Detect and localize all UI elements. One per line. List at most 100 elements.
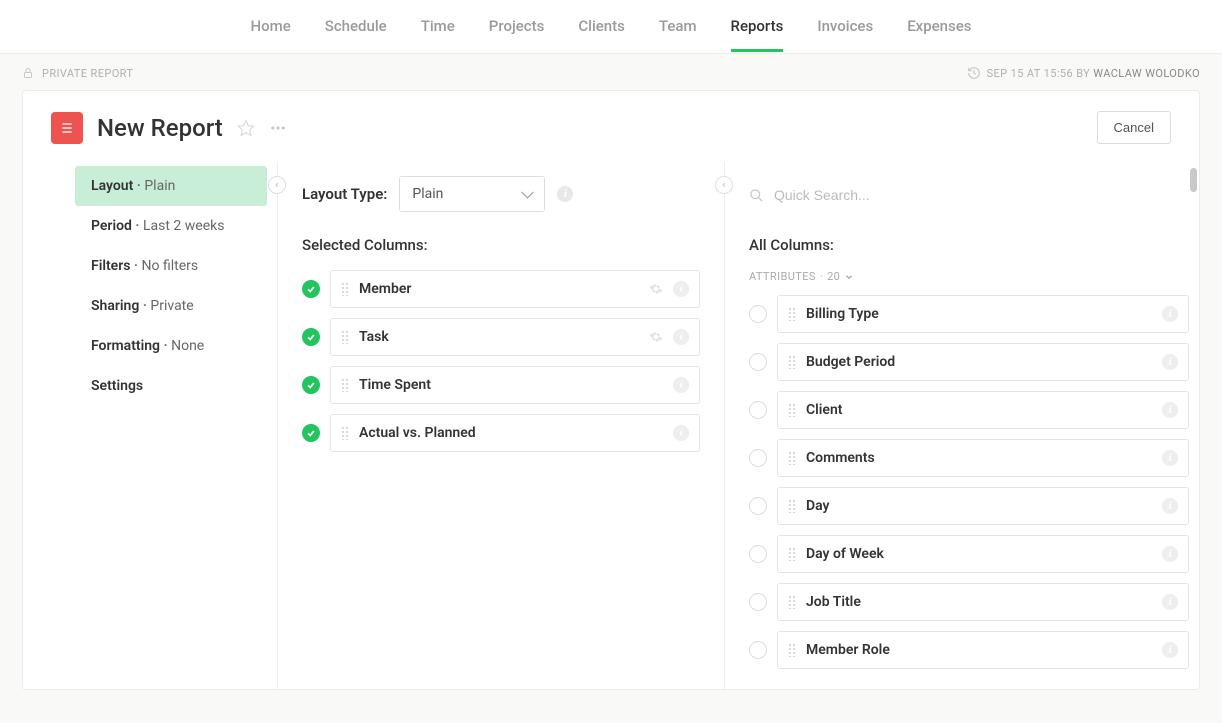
column-divider: [277, 162, 278, 689]
column-toggle[interactable]: [302, 376, 320, 394]
nav-time[interactable]: Time: [421, 1, 455, 52]
drag-handle-icon[interactable]: [788, 643, 796, 657]
sidebar-item-label: Layout: [91, 178, 133, 194]
column-name: Client: [806, 402, 1152, 418]
group-label: ATTRIBUTES: [749, 270, 816, 283]
gear-icon[interactable]: [649, 330, 663, 344]
search-input[interactable]: [774, 187, 1189, 203]
column-pill[interactable]: Task i: [330, 318, 700, 356]
column-toggle[interactable]: [749, 497, 767, 515]
selected-column-row: Task i: [302, 318, 700, 356]
nav-expenses[interactable]: Expenses: [907, 1, 971, 52]
column-toggle[interactable]: [749, 593, 767, 611]
drag-handle-icon[interactable]: [788, 595, 796, 609]
more-icon[interactable]: [269, 119, 287, 137]
info-icon[interactable]: i: [673, 425, 689, 441]
column-name: Actual vs. Planned: [359, 425, 663, 441]
cancel-button[interactable]: Cancel: [1097, 111, 1171, 144]
search-icon: [749, 188, 764, 203]
info-icon[interactable]: i: [1162, 354, 1178, 370]
nav-clients[interactable]: Clients: [578, 1, 625, 52]
info-icon[interactable]: i: [673, 281, 689, 297]
attributes-group-header[interactable]: ATTRIBUTES · 20: [749, 270, 1189, 283]
scrollbar-thumb[interactable]: [1190, 168, 1197, 192]
drag-handle-icon[interactable]: [788, 355, 796, 369]
info-icon[interactable]: i: [1162, 306, 1178, 322]
gear-icon[interactable]: [649, 282, 663, 296]
column-toggle[interactable]: [302, 280, 320, 298]
info-icon[interactable]: i: [1162, 498, 1178, 514]
column-name: Billing Type: [806, 306, 1152, 322]
column-pill[interactable]: Day i: [777, 487, 1189, 525]
sidebar-item-settings[interactable]: Settings: [75, 366, 267, 406]
star-icon[interactable]: [237, 119, 255, 137]
lock-icon: [22, 67, 34, 79]
drag-handle-icon[interactable]: [341, 330, 349, 344]
column-name: Job Title: [806, 594, 1152, 610]
column-pill[interactable]: Actual vs. Planned i: [330, 414, 700, 452]
drag-handle-icon[interactable]: [341, 378, 349, 392]
drag-handle-icon[interactable]: [341, 426, 349, 440]
column-toggle[interactable]: [749, 641, 767, 659]
info-icon[interactable]: i: [1162, 402, 1178, 418]
nav-reports[interactable]: Reports: [731, 1, 784, 52]
drag-handle-icon[interactable]: [788, 307, 796, 321]
column-pill[interactable]: Comments i: [777, 439, 1189, 477]
nav-invoices[interactable]: Invoices: [817, 1, 873, 52]
info-icon[interactable]: i: [1162, 450, 1178, 466]
available-column-row: Day i: [749, 487, 1189, 525]
column-toggle[interactable]: [749, 449, 767, 467]
nav-schedule[interactable]: Schedule: [325, 1, 387, 52]
column-pill[interactable]: Member Role i: [777, 631, 1189, 669]
drag-handle-icon[interactable]: [788, 499, 796, 513]
available-column-row: Billing Type i: [749, 295, 1189, 333]
column-name: Member: [359, 281, 639, 297]
sidebar-item-value: Plain: [144, 178, 175, 194]
column-pill[interactable]: Billing Type i: [777, 295, 1189, 333]
drag-handle-icon[interactable]: [788, 403, 796, 417]
layout-type-label: Layout Type:: [302, 185, 387, 203]
selected-column-row: Time Spent i: [302, 366, 700, 404]
nav-team[interactable]: Team: [659, 1, 697, 52]
sidebar-item-layout[interactable]: Layout · Plain: [75, 166, 267, 206]
column-pill[interactable]: Member i: [330, 270, 700, 308]
column-toggle[interactable]: [302, 424, 320, 442]
author-name[interactable]: WACLAW WOLODKO: [1093, 67, 1200, 80]
info-icon[interactable]: i: [1162, 546, 1178, 562]
column-pill[interactable]: Time Spent i: [330, 366, 700, 404]
layout-type-select[interactable]: Plain: [399, 176, 545, 212]
drag-handle-icon[interactable]: [788, 451, 796, 465]
report-panel: New Report Cancel Layout · Plain Period …: [22, 90, 1200, 690]
drag-handle-icon[interactable]: [788, 547, 796, 561]
nav-projects[interactable]: Projects: [489, 1, 545, 52]
info-icon[interactable]: i: [673, 377, 689, 393]
all-columns-panel: All Columns: ATTRIBUTES · 20 Billing Typ…: [725, 162, 1199, 689]
column-toggle[interactable]: [302, 328, 320, 346]
sidebar-item-sharing[interactable]: Sharing · Private: [75, 286, 267, 326]
info-icon[interactable]: i: [557, 186, 573, 202]
sidebar-item-label: Formatting: [91, 338, 160, 354]
column-pill[interactable]: Client i: [777, 391, 1189, 429]
collapse-knob[interactable]: [268, 176, 286, 194]
sidebar-item-period[interactable]: Period · Last 2 weeks: [75, 206, 267, 246]
settings-sidebar: Layout · Plain Period · Last 2 weeks Fil…: [23, 162, 277, 689]
info-icon[interactable]: i: [673, 329, 689, 345]
column-pill[interactable]: Budget Period i: [777, 343, 1189, 381]
nav-home[interactable]: Home: [251, 1, 291, 52]
group-count: 20: [827, 270, 840, 283]
group-sep: ·: [820, 270, 823, 283]
column-toggle[interactable]: [749, 353, 767, 371]
info-icon[interactable]: i: [1162, 642, 1178, 658]
page-title: New Report: [97, 114, 223, 142]
drag-handle-icon[interactable]: [341, 282, 349, 296]
column-toggle[interactable]: [749, 305, 767, 323]
column-pill[interactable]: Day of Week i: [777, 535, 1189, 573]
column-toggle[interactable]: [749, 545, 767, 563]
sidebar-item-label: Period: [91, 218, 132, 234]
info-icon[interactable]: i: [1162, 594, 1178, 610]
column-toggle[interactable]: [749, 401, 767, 419]
column-pill[interactable]: Job Title i: [777, 583, 1189, 621]
history-icon[interactable]: [967, 66, 981, 80]
sidebar-item-formatting[interactable]: Formatting · None: [75, 326, 267, 366]
sidebar-item-filters[interactable]: Filters · No filters: [75, 246, 267, 286]
